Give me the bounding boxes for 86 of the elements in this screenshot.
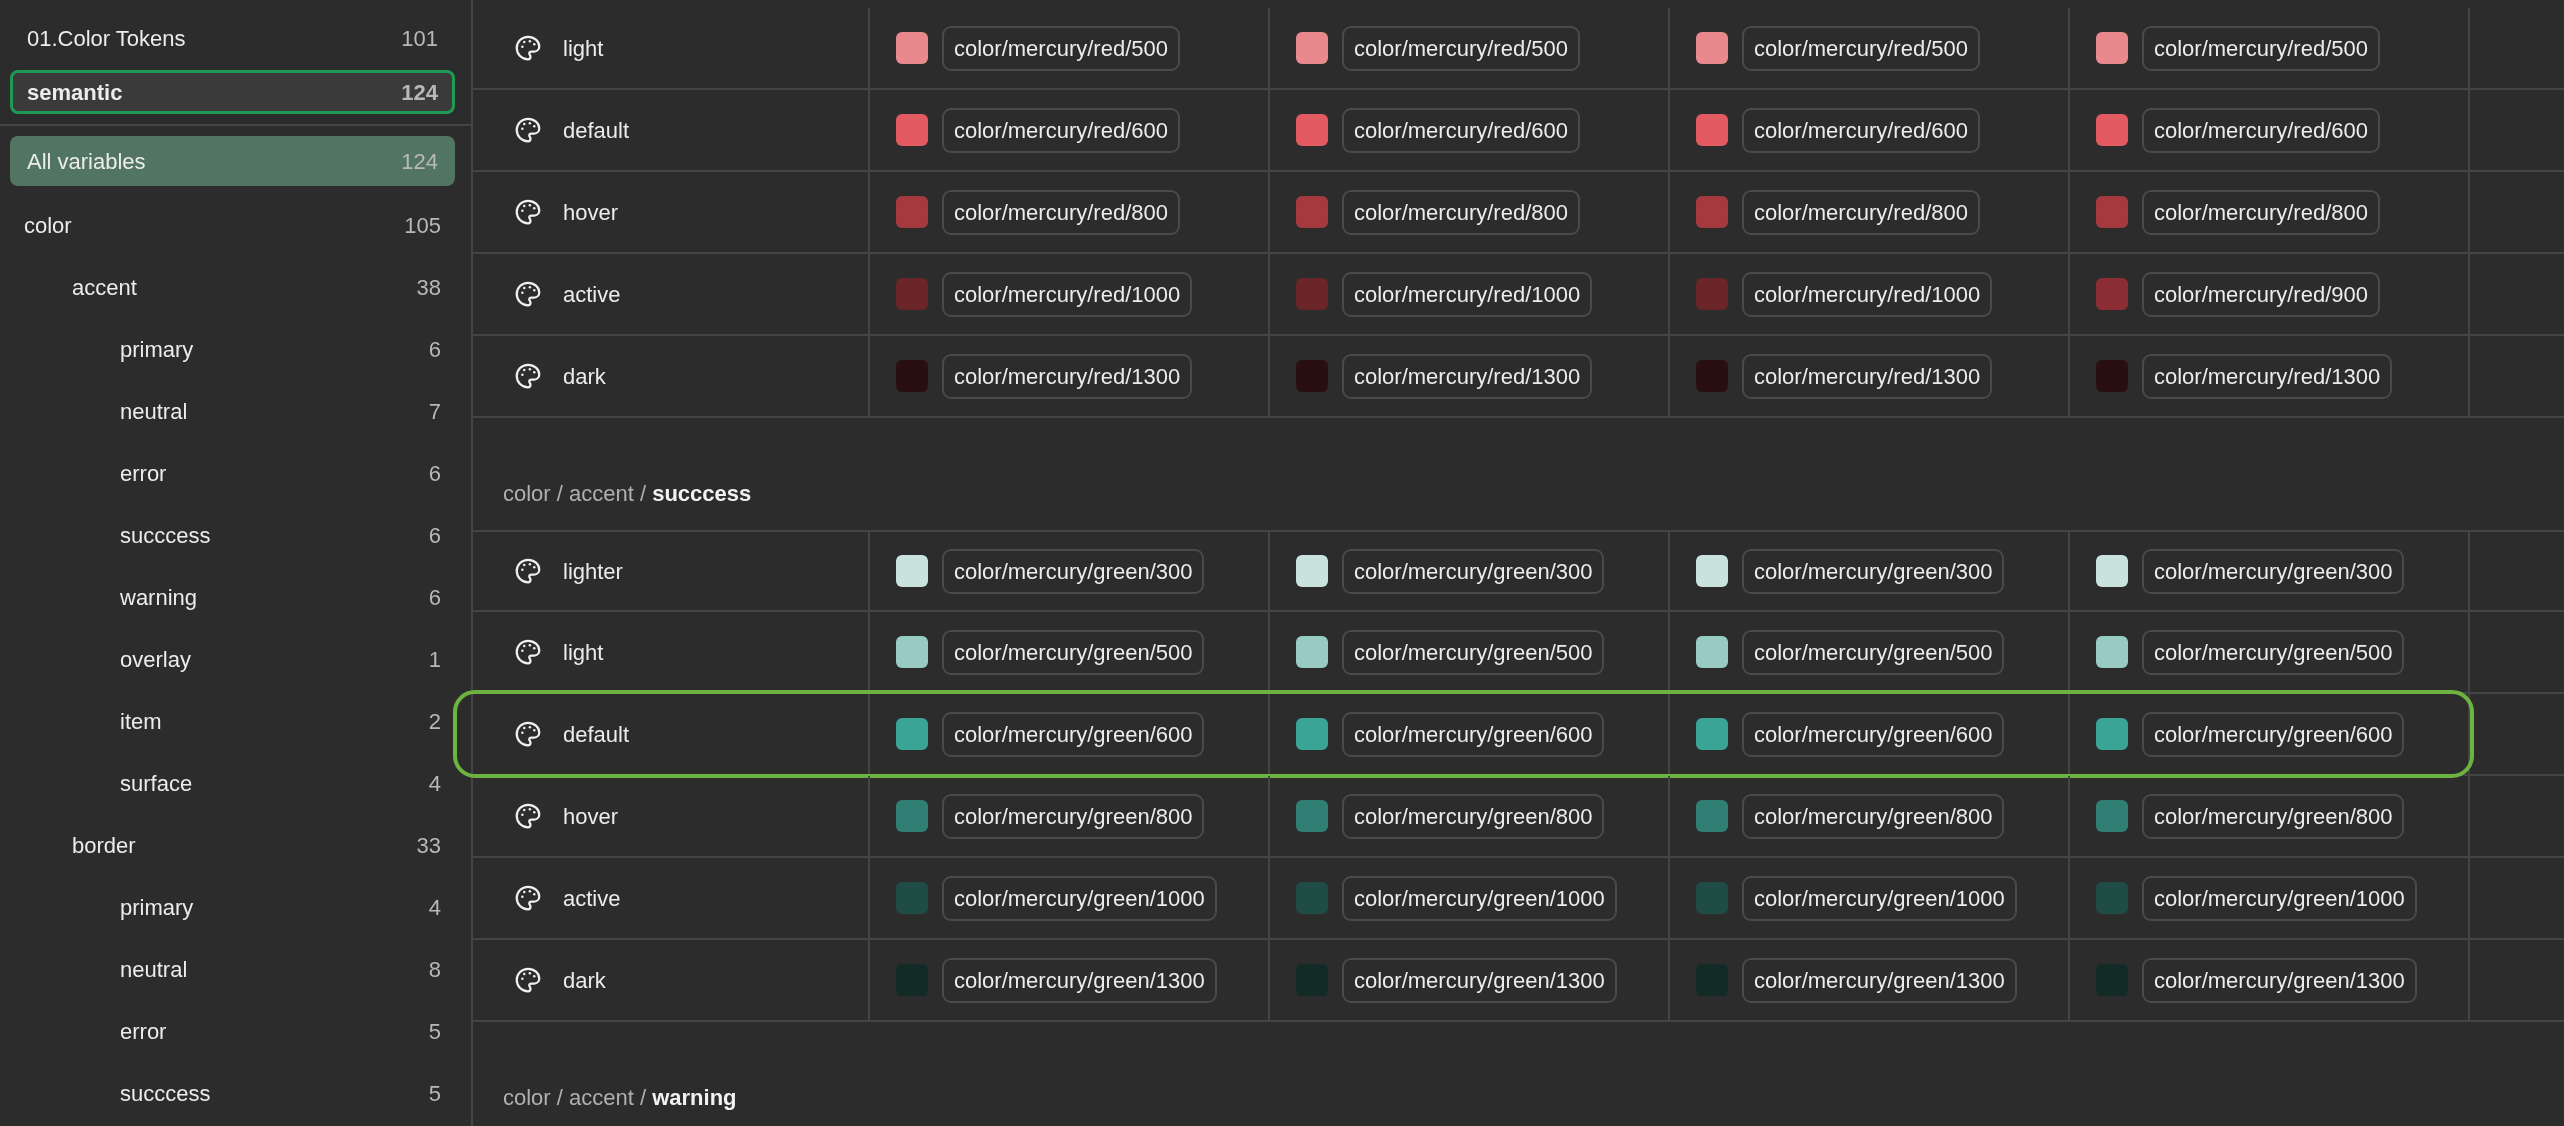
token-chip[interactable]: color/mercury/red/900 (2142, 271, 2380, 317)
variable-name-cell: light (473, 8, 870, 88)
token-chip[interactable]: color/mercury/red/800 (1742, 189, 1980, 235)
token-chip[interactable]: color/mercury/green/600 (1742, 711, 2005, 757)
group-item[interactable]: border 33 (10, 814, 455, 876)
palette-icon (513, 719, 543, 749)
group-item[interactable]: overlay 1 (10, 628, 455, 690)
token-chip[interactable]: color/mercury/green/800 (942, 793, 1205, 839)
palette-icon (513, 801, 543, 831)
palette-icon (513, 115, 543, 145)
token-chip[interactable]: color/mercury/green/600 (942, 711, 1205, 757)
token-chip[interactable]: color/mercury/red/600 (942, 107, 1180, 153)
token-chip[interactable]: color/mercury/red/1000 (1742, 271, 1993, 317)
token-chip[interactable]: color/mercury/red/1000 (942, 271, 1193, 317)
token-chip[interactable]: color/mercury/green/300 (1342, 548, 1605, 594)
variable-name-cell: dark (473, 336, 870, 416)
token-chip[interactable]: color/mercury/red/600 (2142, 107, 2380, 153)
palette-icon (513, 637, 543, 667)
group-item[interactable]: All variables 124 (10, 136, 455, 186)
token-chip[interactable]: color/mercury/green/500 (942, 629, 1205, 675)
token-chip[interactable]: color/mercury/red/800 (942, 189, 1180, 235)
token-chip[interactable]: color/mercury/green/1300 (2142, 957, 2417, 1003)
palette-icon (513, 965, 543, 995)
token-chip[interactable]: color/mercury/red/600 (1742, 107, 1980, 153)
token-chip[interactable]: color/mercury/red/500 (1342, 25, 1580, 71)
palette-icon (513, 883, 543, 913)
token-chip[interactable]: color/mercury/green/1300 (942, 957, 1217, 1003)
variable-name-cell: light (473, 612, 870, 692)
variable-name-cell: hover (473, 776, 870, 856)
token-chip[interactable]: color/mercury/green/500 (1342, 629, 1605, 675)
group-item[interactable]: neutral 7 (10, 380, 455, 442)
palette-icon (513, 197, 543, 227)
token-chip[interactable]: color/mercury/red/600 (1342, 107, 1580, 153)
group-item[interactable]: neutral 8 (10, 938, 455, 1000)
variable-name-cell: active (473, 858, 870, 938)
token-chip[interactable]: color/mercury/green/800 (1742, 793, 2005, 839)
variable-name-cell: active (473, 254, 870, 334)
group-item[interactable]: succcess 6 (10, 504, 455, 566)
variable-name-cell: default (473, 90, 870, 170)
token-chip[interactable]: color/mercury/green/300 (942, 548, 1205, 594)
variable-name-cell: lighter (473, 532, 870, 610)
group-item[interactable]: error 5 (10, 1000, 455, 1062)
token-chip[interactable]: color/mercury/red/500 (1742, 25, 1980, 71)
token-chip[interactable]: color/mercury/green/1000 (2142, 875, 2417, 921)
token-chip[interactable]: color/mercury/green/600 (2142, 711, 2405, 757)
token-chip[interactable]: color/mercury/green/300 (1742, 548, 2005, 594)
group-item[interactable]: error 6 (10, 442, 455, 504)
token-chip[interactable]: color/mercury/green/500 (1742, 629, 2005, 675)
palette-icon (513, 556, 543, 586)
collection-item[interactable]: semantic 124 (10, 70, 455, 114)
group-item[interactable]: item 2 (10, 690, 455, 752)
palette-icon (513, 279, 543, 309)
token-chip[interactable]: color/mercury/green/1000 (1342, 875, 1617, 921)
token-chip[interactable]: color/mercury/red/1300 (942, 353, 1193, 399)
group-item[interactable]: surface 4 (10, 752, 455, 814)
token-chip[interactable]: color/mercury/green/1300 (1742, 957, 2017, 1003)
variable-name-cell: default (473, 694, 870, 774)
group-item[interactable]: color 105 (10, 194, 455, 256)
token-chip[interactable]: color/mercury/red/1300 (1742, 353, 1993, 399)
group-item[interactable]: warning 6 (10, 566, 455, 628)
token-chip[interactable]: color/mercury/red/1000 (1342, 271, 1593, 317)
palette-icon (513, 361, 543, 391)
token-chip[interactable]: color/mercury/green/1000 (1742, 875, 2017, 921)
group-item[interactable]: succcess 5 (10, 1062, 455, 1124)
token-chip[interactable]: color/mercury/green/800 (2142, 793, 2405, 839)
token-chip[interactable]: color/mercury/red/800 (2142, 189, 2380, 235)
group-item[interactable]: primary 6 (10, 318, 455, 380)
token-chip[interactable]: color/mercury/green/300 (2142, 548, 2405, 594)
group-item[interactable]: accent 38 (10, 256, 455, 318)
token-chip[interactable]: color/mercury/green/800 (1342, 793, 1605, 839)
group-item[interactable]: primary 4 (10, 876, 455, 938)
token-chip[interactable]: color/mercury/red/500 (2142, 25, 2380, 71)
variable-name-cell: dark (473, 940, 870, 1020)
variable-name-cell: hover (473, 172, 870, 252)
token-chip[interactable]: color/mercury/green/1000 (942, 875, 1217, 921)
token-chip[interactable]: color/mercury/red/1300 (1342, 353, 1593, 399)
token-chip[interactable]: color/mercury/green/1300 (1342, 957, 1617, 1003)
token-chip[interactable]: color/mercury/red/500 (942, 25, 1180, 71)
token-chip[interactable]: color/mercury/red/800 (1342, 189, 1580, 235)
section-heading: color / accent / succcess (502, 480, 753, 508)
token-chip[interactable]: color/mercury/green/500 (2142, 629, 2405, 675)
token-chip[interactable]: color/mercury/green/600 (1342, 711, 1605, 757)
token-chip[interactable]: color/mercury/red/1300 (2142, 353, 2393, 399)
collection-item[interactable]: 01.Color Tokens 101 (10, 16, 455, 60)
section-heading: color / accent / warning (502, 1084, 738, 1112)
palette-icon (513, 33, 543, 63)
